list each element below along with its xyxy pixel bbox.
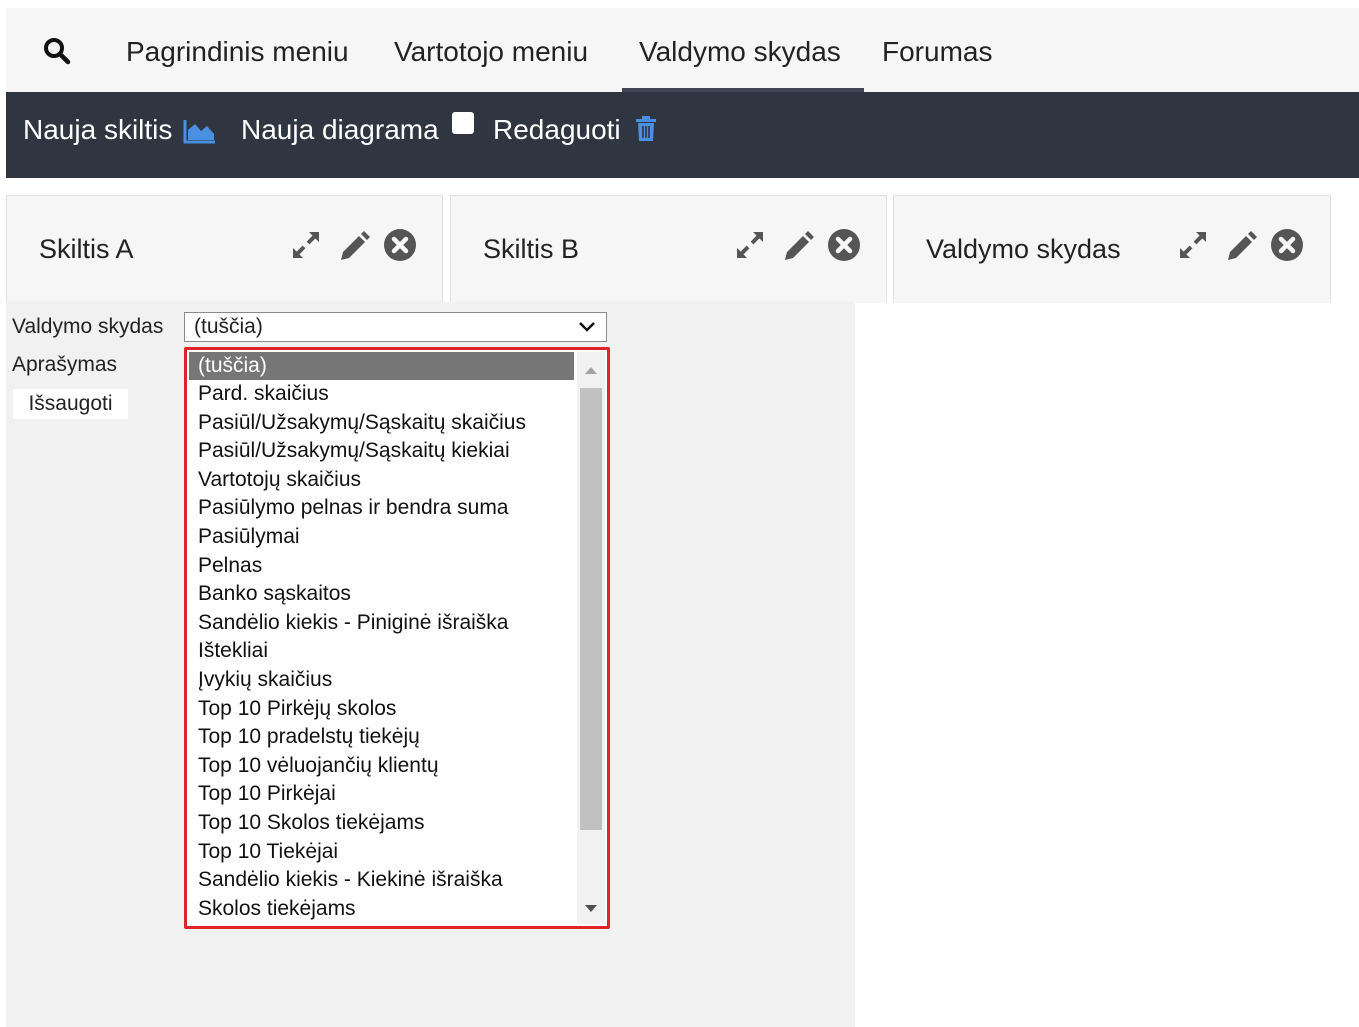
edit-label[interactable]: Redaguoti — [493, 114, 621, 146]
pencil-icon[interactable] — [781, 228, 815, 262]
listbox-option[interactable]: Pasiūlymo pelnas ir bendra suma — [189, 494, 574, 522]
scroll-down-arrow-icon[interactable] — [584, 904, 598, 913]
area-chart-icon[interactable] — [183, 118, 217, 149]
close-circle-icon[interactable] — [1270, 228, 1304, 262]
listbox-option[interactable]: Top 10 Pirkėjų skolos — [189, 695, 574, 723]
scroll-thumb[interactable] — [580, 388, 602, 830]
expand-icon[interactable] — [1176, 228, 1210, 262]
listbox-option[interactable]: Top 10 Tiekėjai — [189, 838, 574, 866]
new-column-button[interactable]: Nauja skiltis — [23, 114, 172, 146]
listbox-option[interactable]: Ištekliai — [189, 637, 574, 665]
listbox-option[interactable]: Pasiūlymai — [189, 523, 574, 551]
dashboard-select[interactable]: (tuščia) — [184, 312, 607, 342]
chevron-down-icon — [579, 322, 595, 332]
listbox-option[interactable]: Pasiūl/Užsakymų/Sąskaitų kiekiai — [189, 437, 574, 465]
close-circle-icon[interactable] — [827, 228, 861, 262]
column-card-dashboard: Valdymo skydas — [893, 195, 1331, 303]
dashboard-field-label: Valdymo skydas — [12, 315, 164, 338]
top-navigation: Pagrindinis meniu Vartotojo meniu Valdym… — [6, 8, 1359, 92]
listbox-option[interactable]: Banko sąskaitos — [189, 580, 574, 608]
column-card-a: Skiltis A — [6, 195, 443, 303]
save-button[interactable]: Išsaugoti — [13, 389, 128, 419]
expand-icon[interactable] — [289, 228, 323, 262]
select-value: (tuščia) — [194, 315, 263, 338]
scroll-up-arrow-icon[interactable] — [584, 366, 598, 375]
search-icon[interactable] — [42, 36, 72, 66]
tab-dashboard[interactable]: Valdymo skydas — [639, 36, 841, 68]
listbox-option[interactable]: Top 10 Skolos tiekėjams — [189, 809, 574, 837]
listbox-option[interactable]: Top 10 pradelstų tiekėjų — [189, 723, 574, 751]
listbox-option[interactable]: Pasiūl/Užsakymų/Sąskaitų skaičius — [189, 409, 574, 437]
dashboard-options-listbox[interactable]: (tuščia) Pard. skaičius Pasiūl/Užsakymų/… — [184, 347, 610, 929]
description-label: Aprašymas — [12, 353, 118, 376]
listbox-option[interactable]: Pard. skaičius — [189, 380, 574, 408]
tab-forum[interactable]: Forumas — [882, 36, 992, 68]
card-title: Valdymo skydas — [926, 234, 1121, 264]
listbox-option[interactable]: Skolos tiekėjams — [189, 895, 574, 923]
pencil-icon[interactable] — [337, 228, 371, 262]
card-title: Skiltis A — [39, 234, 134, 264]
close-circle-icon[interactable] — [383, 228, 417, 262]
listbox-option[interactable]: Pelnas — [189, 552, 574, 580]
listbox-option[interactable]: Vartotojų skaičius — [189, 466, 574, 494]
listbox-option[interactable]: Top 10 vėluojančių klientų — [189, 752, 574, 780]
tab-main-menu[interactable]: Pagrindinis meniu — [126, 36, 349, 68]
new-chart-button[interactable]: Nauja diagrama — [241, 114, 439, 146]
listbox-option[interactable]: Top 10 Pirkėjai — [189, 780, 574, 808]
card-title: Skiltis B — [483, 234, 580, 264]
listbox-option[interactable]: (tuščia) — [189, 352, 574, 380]
listbox-option[interactable]: Sandėlio kiekis - Kiekinė išraiška — [189, 866, 574, 894]
edit-checkbox[interactable] — [452, 112, 474, 134]
tab-user-menu[interactable]: Vartotojo meniu — [394, 36, 588, 68]
listbox-scrollbar[interactable] — [577, 352, 605, 924]
dashboard-toolbar: Nauja skiltis Nauja diagrama Redaguoti — [6, 92, 1359, 178]
listbox-option[interactable]: Įvykių skaičius — [189, 666, 574, 694]
expand-icon[interactable] — [733, 228, 767, 262]
column-card-b: Skiltis B — [450, 195, 887, 303]
listbox-option[interactable]: Sandėlio kiekis - Piniginė išraiška — [189, 609, 574, 637]
pencil-icon[interactable] — [1224, 228, 1258, 262]
trash-icon[interactable] — [635, 116, 657, 147]
